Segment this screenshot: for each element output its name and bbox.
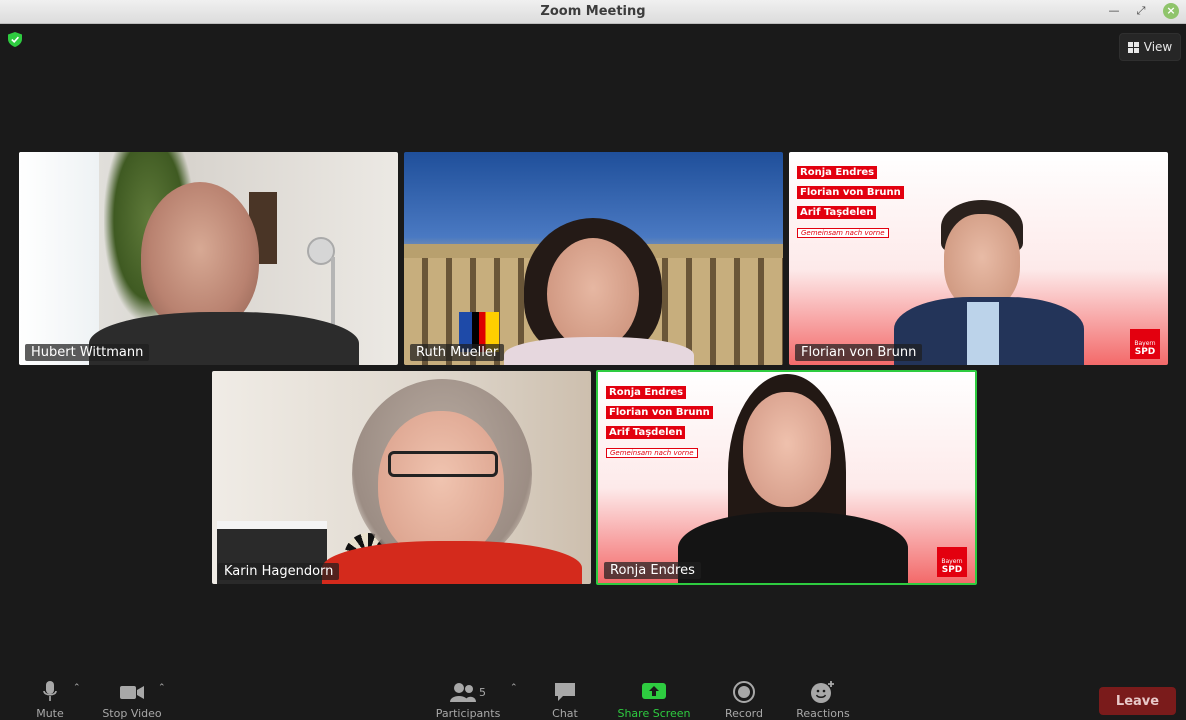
banner-line: Arif Taşdelen <box>797 206 877 219</box>
campaign-banner: Ronja Endres Florian von Brunn Arif Taşd… <box>606 380 713 459</box>
mute-button[interactable]: Mute <box>30 681 70 720</box>
microphone-icon <box>43 681 57 701</box>
window-light <box>19 152 99 365</box>
close-icon[interactable]: × <box>1163 3 1179 19</box>
participants-count: 5 <box>479 685 486 699</box>
video-camera-icon <box>120 686 144 699</box>
participants-options-chevron-icon[interactable]: ⌃ <box>510 683 518 693</box>
spd-logo: Bayern SPD <box>937 547 967 577</box>
record-label: Record <box>724 707 763 720</box>
participants-label: Participants <box>435 707 501 720</box>
title-bar: Zoom Meeting — ⤢ × <box>0 0 1186 24</box>
banner-slogan: Gemeinsam nach vorne <box>797 228 889 238</box>
banner-slogan: Gemeinsam nach vorne <box>606 448 698 458</box>
person-body <box>504 337 694 365</box>
smiley-plus-icon <box>811 681 834 703</box>
mute-label: Mute <box>36 707 64 720</box>
participant-name: Florian von Brunn <box>795 344 923 361</box>
video-options-chevron-icon[interactable]: ⌃ <box>158 683 166 693</box>
participant-name: Ruth Mueller <box>410 344 505 361</box>
meeting-toolbar: Mute ⌃ Stop Video ⌃ 5 Participants ⌃ Cha… <box>0 675 1186 720</box>
leave-button[interactable]: Leave <box>1099 687 1176 715</box>
person-head <box>547 238 639 350</box>
stop-video-label: Stop Video <box>102 707 162 720</box>
window-title: Zoom Meeting <box>540 4 646 19</box>
maximize-icon[interactable]: ⤢ <box>1133 3 1149 19</box>
video-tile-karin-hagendorn[interactable]: Karin Hagendorn <box>212 371 591 584</box>
participants-button[interactable]: 5 Participants <box>430 681 506 720</box>
person-head <box>743 392 831 507</box>
video-tile-florian-von-brunn[interactable]: Ronja Endres Florian von Brunn Arif Taşd… <box>789 152 1168 365</box>
spd-logo: Bayern SPD <box>1130 329 1160 359</box>
participant-name: Ronja Endres <box>604 562 701 579</box>
chat-label: Chat <box>552 707 578 720</box>
video-tile-ruth-mueller[interactable]: Ruth Mueller <box>404 152 783 365</box>
video-tile-ronja-endres[interactable]: Ronja Endres Florian von Brunn Arif Taşd… <box>596 370 977 585</box>
banner-line: Florian von Brunn <box>797 186 904 199</box>
minimize-icon[interactable]: — <box>1106 3 1122 19</box>
people-icon <box>450 683 476 702</box>
share-screen-icon <box>642 683 666 699</box>
security-shield-icon[interactable] <box>8 32 22 47</box>
person-head <box>141 182 259 332</box>
view-button[interactable]: View <box>1119 33 1181 61</box>
view-label: View <box>1143 40 1173 54</box>
person-head <box>944 214 1020 310</box>
record-button[interactable]: Record <box>719 681 769 720</box>
person-body <box>678 512 908 583</box>
campaign-banner: Ronja Endres Florian von Brunn Arif Taşd… <box>797 160 904 239</box>
chat-icon <box>555 683 575 701</box>
participant-name: Karin Hagendorn <box>218 563 340 580</box>
shirt <box>967 302 999 365</box>
audio-options-chevron-icon[interactable]: ⌃ <box>73 683 81 693</box>
share-screen-label: Share Screen <box>617 707 691 720</box>
glasses <box>388 451 498 477</box>
share-screen-button[interactable]: Share Screen <box>610 681 698 720</box>
chat-button[interactable]: Chat <box>545 681 585 720</box>
reactions-button[interactable]: Reactions <box>790 681 856 720</box>
banner-line: Florian von Brunn <box>606 406 713 419</box>
participants-icon-wrap: 5 <box>430 681 506 703</box>
person-head <box>378 411 504 561</box>
reactions-label: Reactions <box>796 707 850 720</box>
record-icon <box>733 681 755 703</box>
grid-icon <box>1127 41 1139 53</box>
person-body <box>322 541 582 584</box>
banner-line: Ronja Endres <box>797 166 878 179</box>
video-tile-hubert-wittmann[interactable]: Hubert Wittmann <box>19 152 398 365</box>
banner-line: Arif Taşdelen <box>606 426 686 439</box>
banner-line: Ronja Endres <box>606 386 687 399</box>
participant-name: Hubert Wittmann <box>25 344 150 361</box>
